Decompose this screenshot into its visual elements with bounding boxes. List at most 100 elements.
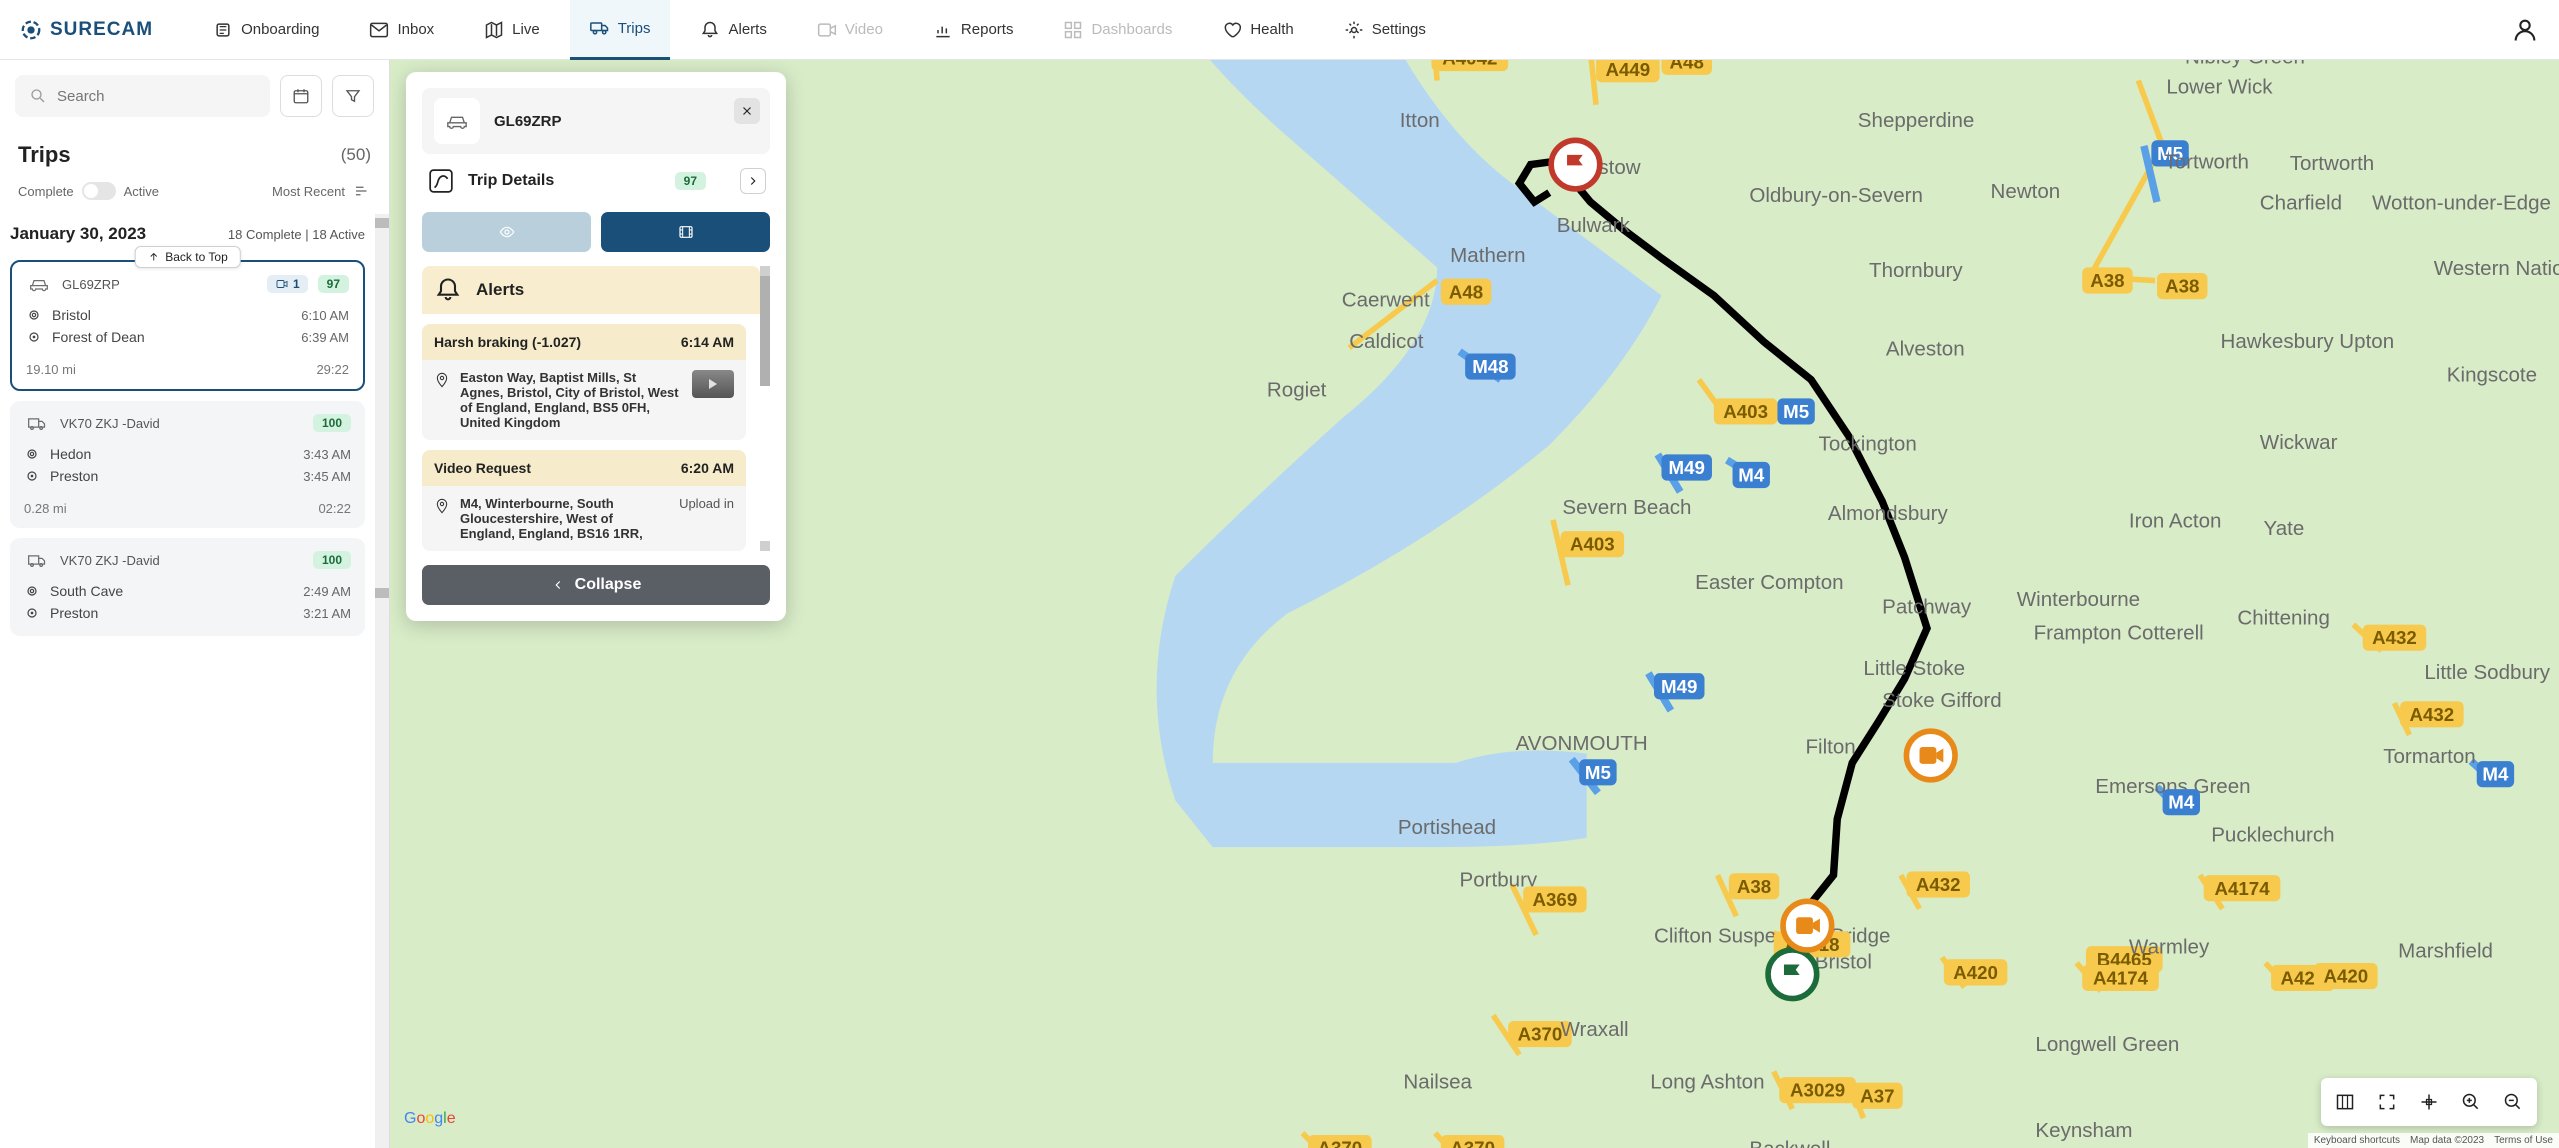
- svg-text:A48: A48: [1670, 60, 1704, 72]
- expand-details-button[interactable]: [740, 168, 766, 194]
- panel-vehicle-name: GL69ZRP: [494, 113, 562, 130]
- video-badge: 1: [267, 275, 308, 293]
- svg-text:M4: M4: [2482, 764, 2509, 785]
- nav-inbox[interactable]: Inbox: [349, 0, 454, 60]
- marker-start[interactable]: [1768, 950, 1817, 999]
- inbox-icon: [369, 20, 389, 40]
- nav-live[interactable]: Live: [464, 0, 560, 60]
- alert-video-thumb[interactable]: [692, 370, 734, 398]
- svg-text:Nailsea: Nailsea: [1403, 1070, 1472, 1093]
- marker-end[interactable]: [1551, 140, 1600, 189]
- status-toggle[interactable]: [82, 182, 116, 200]
- score-badge: 100: [313, 551, 351, 569]
- svg-text:A370: A370: [1518, 1024, 1563, 1045]
- collapse-button[interactable]: Collapse: [422, 565, 770, 605]
- nav-health[interactable]: Health: [1202, 0, 1313, 60]
- svg-text:Caerwent: Caerwent: [1342, 289, 1430, 312]
- alert-time: 6:14 AM: [681, 334, 734, 350]
- profile-icon[interactable]: [2511, 16, 2539, 44]
- alert-card[interactable]: Video Request 6:20 AM M4, Winterbourne, S…: [422, 450, 746, 551]
- calendar-button[interactable]: [280, 75, 322, 117]
- svg-text:Almondsbury: Almondsbury: [1828, 502, 1949, 525]
- svg-text:A420: A420: [1953, 962, 1998, 983]
- vehicle-icon: [24, 550, 50, 570]
- nav-items: OnboardingInboxLiveTripsAlertsVideoRepor…: [193, 0, 1446, 60]
- marker-video-1[interactable]: [1906, 731, 1955, 780]
- alert-location: M4, Winterbourne, South Gloucestershire,…: [460, 496, 669, 541]
- trip-list[interactable]: January 30, 2023 18 Complete | 18 Active…: [0, 214, 375, 1148]
- toggle-label-complete: Complete: [18, 184, 74, 199]
- trip-details-label: Trip Details: [468, 172, 663, 190]
- svg-text:A3029: A3029: [1790, 1080, 1845, 1101]
- end-time: 6:39 AM: [301, 330, 349, 345]
- sidebar-scrollbar[interactable]: [375, 214, 389, 1148]
- end-icon: [26, 329, 42, 345]
- nav-alerts[interactable]: Alerts: [680, 0, 786, 60]
- alert-title: Video Request: [434, 460, 531, 476]
- svg-text:Pucklechurch: Pucklechurch: [2211, 823, 2334, 846]
- nav-trips[interactable]: Trips: [570, 0, 671, 60]
- fullscreen-button[interactable]: [2369, 1084, 2405, 1120]
- tab-video[interactable]: [601, 212, 770, 252]
- svg-text:Tortworth: Tortworth: [2290, 152, 2375, 175]
- bell-icon: [434, 276, 462, 304]
- nav-onboarding[interactable]: Onboarding: [193, 0, 339, 60]
- sort-icon: [353, 182, 371, 200]
- svg-text:Wotton-under-Edge: Wotton-under-Edge: [2372, 191, 2551, 214]
- trip-card[interactable]: GL69ZRP 197 Bristol6:10 AM Forest of Dea…: [10, 260, 365, 391]
- end-icon: [24, 605, 40, 621]
- alert-card[interactable]: Harsh braking (-1.027)6:14 AM Easton Way…: [422, 324, 746, 440]
- svg-text:Iron Acton: Iron Acton: [2129, 509, 2222, 532]
- svg-text:A420: A420: [2323, 966, 2368, 987]
- svg-text:Western National A: Western National A: [2434, 257, 2559, 280]
- recenter-button[interactable]: [2411, 1084, 2447, 1120]
- svg-text:Keynsham: Keynsham: [2035, 1119, 2132, 1142]
- start-time: 2:49 AM: [303, 584, 351, 599]
- svg-text:Mathern: Mathern: [1450, 244, 1525, 267]
- svg-text:A403: A403: [1570, 534, 1615, 555]
- alerts-title: Alerts: [476, 280, 524, 300]
- zoom-in-button[interactable]: [2453, 1084, 2489, 1120]
- search-input[interactable]: [57, 88, 256, 105]
- svg-text:Nibley Green: Nibley Green: [2185, 60, 2305, 69]
- nav-settings[interactable]: Settings: [1324, 0, 1446, 60]
- svg-text:Shepperdine: Shepperdine: [1858, 109, 1975, 132]
- back-to-top-button[interactable]: Back to Top: [134, 246, 240, 268]
- svg-text:Severn Beach: Severn Beach: [1562, 496, 1691, 519]
- alert-time: 6:20 AM: [681, 460, 734, 476]
- trip-details-row[interactable]: Trip Details 97: [422, 154, 770, 208]
- alerts-scrollbar[interactable]: [760, 266, 770, 551]
- search-box[interactable]: [15, 75, 270, 117]
- svg-text:A432: A432: [2372, 627, 2417, 648]
- calendar-icon: [292, 87, 310, 105]
- map-type-button[interactable]: [2327, 1084, 2363, 1120]
- video-icon: [817, 20, 837, 40]
- svg-text:A403: A403: [1723, 401, 1768, 422]
- top-nav: SURECAM OnboardingInboxLiveTripsAlertsVi…: [0, 0, 2559, 60]
- toggle-label-active: Active: [124, 184, 159, 199]
- map-icon: [2335, 1092, 2355, 1112]
- map[interactable]: NewchurchA4042A449A48NewportNibley Green…: [390, 60, 2559, 1148]
- alerts-list[interactable]: Harsh braking (-1.027)6:14 AM Easton Way…: [422, 314, 760, 551]
- trip-card[interactable]: VK70 ZKJ -David 100 Hedon3:43 AM Preston…: [10, 401, 365, 528]
- close-button[interactable]: [734, 98, 760, 124]
- trip-card[interactable]: VK70 ZKJ -David 100 South Cave2:49 AM Pr…: [10, 538, 365, 636]
- logo-text: SURECAM: [50, 19, 153, 41]
- logo[interactable]: SURECAM: [20, 19, 153, 41]
- marker-video-2[interactable]: [1783, 901, 1832, 950]
- svg-text:M4: M4: [1738, 465, 1765, 486]
- vehicle-icon: [24, 413, 50, 433]
- trips-count: (50): [341, 145, 371, 165]
- svg-text:Filton: Filton: [1805, 736, 1855, 759]
- nav-reports[interactable]: Reports: [913, 0, 1034, 60]
- tab-view[interactable]: [422, 212, 591, 252]
- trip-vehicle-name: VK70 ZKJ -David: [60, 553, 303, 568]
- trip-duration: 02:22: [318, 501, 351, 516]
- zoom-out-button[interactable]: [2495, 1084, 2531, 1120]
- svg-text:Charfield: Charfield: [2260, 191, 2342, 214]
- svg-text:Clifton Suspension Bridge: Clifton Suspension Bridge: [1654, 924, 1890, 947]
- filter-button[interactable]: [332, 75, 374, 117]
- svg-text:Oldbury-on-Severn: Oldbury-on-Severn: [1749, 184, 1923, 207]
- sort-button[interactable]: Most Recent: [272, 182, 371, 200]
- trip-details-score: 97: [675, 172, 706, 190]
